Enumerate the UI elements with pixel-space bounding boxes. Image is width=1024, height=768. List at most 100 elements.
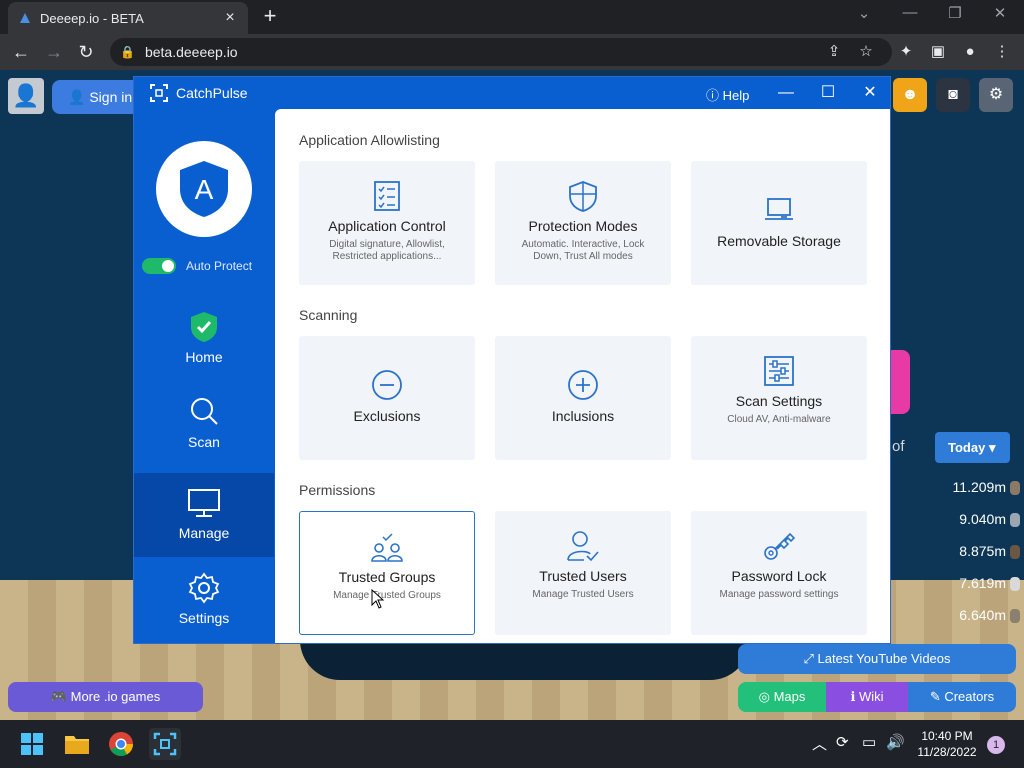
forward-button[interactable]: → (42, 40, 66, 64)
reload-button[interactable]: ↻ (74, 40, 98, 64)
share-icon[interactable]: ⇪ (822, 40, 846, 64)
back-button[interactable]: ← (9, 40, 33, 64)
site-favicon-icon (18, 11, 32, 25)
chevron-down-icon: ▾ (988, 440, 996, 455)
card-title: Removable Storage (717, 233, 841, 249)
trusted-groups-card[interactable]: Trusted Groups Manage Trusted Groups (299, 511, 475, 635)
browser-menu-icon[interactable]: ⋮ (990, 40, 1014, 64)
nav-home[interactable]: Home (134, 297, 274, 381)
laptop-icon (691, 193, 867, 227)
wiki-button[interactable]: ℹ Wiki (826, 682, 908, 712)
nav-settings[interactable]: Settings (134, 558, 274, 642)
today-dropdown[interactable]: Today ▾ (935, 432, 1010, 463)
app-name: CatchPulse (176, 85, 248, 101)
catchpulse-logo-icon (150, 84, 168, 102)
leaderboard-row: 7.619m (920, 575, 1020, 592)
file-explorer-icon[interactable] (61, 728, 93, 760)
shield-outline-icon (495, 179, 671, 213)
plus-circle-icon (495, 368, 671, 402)
app-minimize-button[interactable]: — (775, 82, 797, 104)
card-title: Scan Settings (735, 393, 823, 409)
volume-icon[interactable]: 🔊 (886, 733, 905, 751)
toggle-switch[interactable] (142, 258, 176, 274)
settings-gear-icon[interactable]: ⚙ (979, 78, 1013, 112)
maps-button[interactable]: ◎ Maps (738, 682, 826, 712)
windows-start-icon[interactable] (16, 728, 48, 760)
checklist-icon (299, 179, 475, 213)
card-title: Trusted Users (539, 568, 627, 584)
card-description: Manage Trusted Users (532, 589, 634, 600)
new-tab-button[interactable]: + (258, 4, 282, 28)
app-titlebar: CatchPulse ⓘ Help — ☐ ✕ (134, 77, 890, 109)
maps-label: Maps (773, 689, 806, 704)
gamepad-icon: 🎮 (50, 689, 71, 704)
tab-close-icon[interactable]: × (222, 9, 238, 27)
help-icon: ⓘ (706, 88, 723, 103)
inclusions-card[interactable]: Inclusions (495, 336, 671, 460)
more-games-label: More .io games (70, 689, 161, 704)
protection-modes-card[interactable]: Protection Modes Automatic. Interactive,… (495, 161, 671, 285)
exclusions-card[interactable]: Exclusions (299, 336, 475, 460)
sliders-icon (691, 354, 867, 388)
password-lock-card[interactable]: Password Lock Manage password settings (691, 511, 867, 635)
browser-tabbar: Deeeep.io - BETA × + ⌄ — ❐ ✕ (0, 0, 1024, 34)
application-control-card[interactable]: Application Control Digital signature, A… (299, 161, 475, 285)
users-group-icon (300, 530, 474, 564)
monitor-icon (134, 487, 274, 521)
clock-date: 11/28/2022 (917, 745, 977, 759)
animal-icon (1010, 577, 1020, 592)
system-clock[interactable]: 10:40 PM 11/28/2022 (912, 728, 982, 760)
discord-icon[interactable]: ◙ (936, 78, 970, 112)
nav-manage-label: Manage (178, 525, 230, 541)
extensions-icon[interactable]: ✦ (894, 40, 918, 64)
browser-tab[interactable]: Deeeep.io - BETA × (8, 2, 248, 34)
creators-button[interactable]: ✎ Creators (908, 682, 1016, 712)
card-description: Manage password settings (719, 589, 839, 600)
creators-label: Creators (944, 689, 995, 704)
minimize-window-button[interactable]: — (898, 4, 922, 21)
leaderboard-score: 6.640m (959, 607, 1006, 623)
auto-protect-label: Auto Protect (186, 259, 253, 273)
scan-settings-card[interactable]: Scan Settings Cloud AV, Anti-malware (691, 336, 867, 460)
latest-youtube-videos-button[interactable]: ⤢ Latest YouTube Videos (738, 644, 1016, 674)
bookmark-star-icon[interactable]: ☆ (854, 40, 878, 64)
card-description: Manage Trusted Groups (333, 590, 441, 601)
address-bar[interactable]: 🔒 beta.deeeep.io (110, 38, 892, 66)
leaderboard-score: 8.875m (959, 543, 1006, 559)
card-title: Application Control (328, 218, 446, 234)
sign-in-button[interactable]: 👤 Sign in (52, 80, 142, 114)
card-title: Exclusions (353, 408, 421, 424)
browser-toolbar: ← → ↻ 🔒 beta.deeeep.io ⇪ ☆ ✦ ▣ ● ⋮ (0, 34, 1024, 70)
chrome-icon[interactable] (105, 728, 137, 760)
tab-search-icon[interactable]: ⌄ (852, 4, 876, 22)
more-io-games-button[interactable]: 🎮 More .io games (8, 682, 203, 712)
help-button[interactable]: ⓘ Help (706, 85, 749, 104)
leaderboard-row: 9.040m (920, 511, 1020, 528)
card-title: Password Lock (731, 568, 827, 584)
restore-window-button[interactable]: ❐ (943, 4, 967, 22)
nav-manage[interactable]: Manage (134, 473, 274, 557)
clock-time: 10:40 PM (921, 729, 973, 743)
mouse-cursor-icon (371, 589, 385, 609)
nav-scan[interactable]: Scan (134, 382, 274, 466)
app-close-button[interactable]: ✕ (859, 82, 881, 104)
product-shield-badge: A (156, 141, 252, 237)
close-window-button[interactable]: ✕ (988, 4, 1012, 22)
sync-icon[interactable]: ⟳ (836, 733, 849, 751)
show-hidden-icons-chevron-icon[interactable]: ︿ (812, 733, 827, 754)
notification-badge[interactable]: 1 (987, 736, 1005, 754)
shield-icon: A (180, 161, 228, 217)
removable-storage-card[interactable]: Removable Storage (691, 161, 867, 285)
trusted-users-card[interactable]: Trusted Users Manage Trusted Users (495, 511, 671, 635)
user-avatar-icon[interactable]: 👤 (8, 78, 44, 114)
catchpulse-taskbar-icon[interactable] (149, 728, 181, 760)
url-text: beta.deeeep.io (144, 44, 238, 60)
app-maximize-button[interactable]: ☐ (817, 82, 839, 104)
side-panel-icon[interactable]: ▣ (926, 40, 950, 64)
nav-scan-label: Scan (188, 434, 220, 450)
display-icon[interactable]: ▭ (862, 733, 876, 751)
wiki-label: Wiki (859, 689, 884, 704)
profile-icon[interactable]: ● (958, 40, 982, 64)
auto-protect-toggle[interactable]: Auto Protect (142, 257, 272, 275)
reddit-icon[interactable]: ☻ (893, 78, 927, 112)
